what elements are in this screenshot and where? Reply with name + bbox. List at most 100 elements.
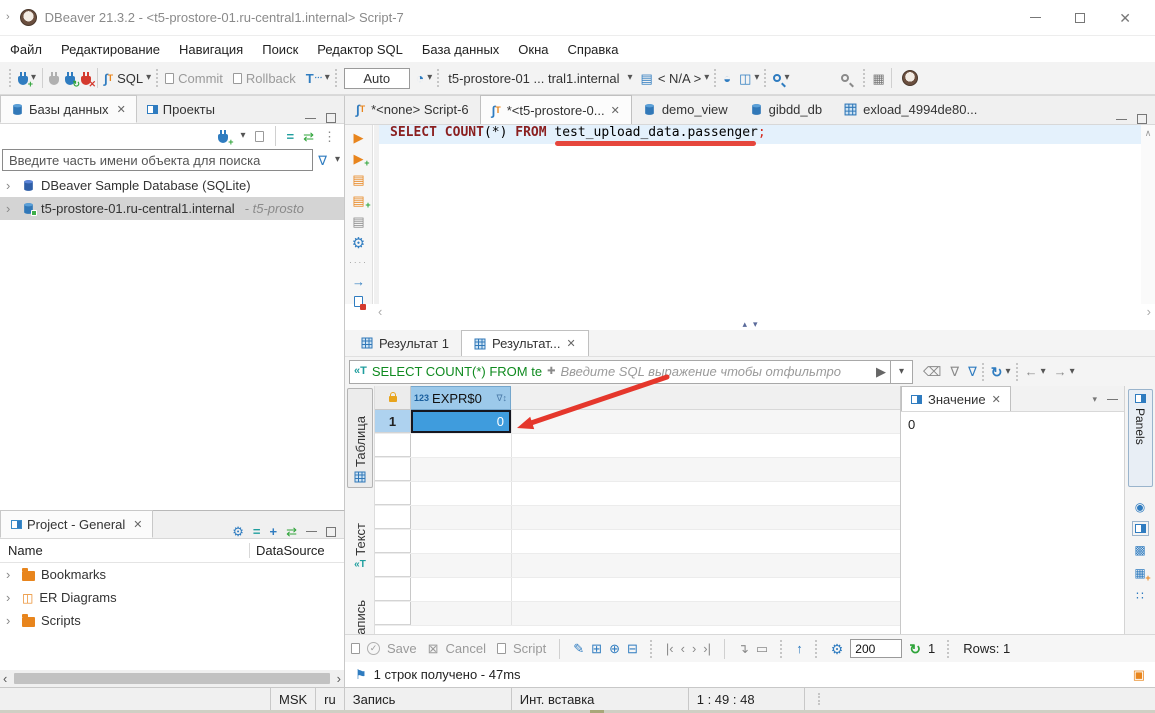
delete-row-icon[interactable]: ⊟ (627, 642, 638, 655)
sql-dropdown-icon[interactable]: ▾ (146, 73, 151, 83)
execute-statement-icon[interactable]: ▶ (354, 131, 364, 144)
editor-results-sash[interactable]: ▴ ▾ (345, 318, 1155, 330)
export-data-icon[interactable]: ↑ (796, 642, 803, 655)
tab-text-mode[interactable]: Текст «T (347, 498, 373, 574)
edit-value-icon[interactable]: ✎ (573, 642, 584, 655)
menu-sql-editor[interactable]: Редактор SQL (317, 42, 403, 57)
sql-button[interactable]: SQL (117, 71, 143, 86)
minimize-view-icon[interactable] (1107, 399, 1118, 400)
collapse-all-icon[interactable]: = (287, 130, 295, 143)
caret-position[interactable]: 1 : 49 : 48 (688, 688, 804, 710)
grid-row-empty[interactable] (375, 530, 900, 554)
duplicate-row-icon[interactable]: ⊕ (609, 642, 620, 655)
minimize-editor-icon[interactable] (1116, 119, 1127, 120)
tab-value[interactable]: Значение ✕ (901, 386, 1011, 411)
collapse-all-icon[interactable]: = (253, 525, 261, 538)
view-menu-icon[interactable]: ⋮ (323, 130, 336, 143)
dbeaver-perspective-icon[interactable] (902, 70, 918, 86)
sql-line-1[interactable]: SELECT COUNT(*) FROM test_upload_data.pa… (374, 125, 1141, 144)
apply-filter-icon[interactable]: ▶ (876, 365, 886, 378)
menu-database[interactable]: База данных (422, 42, 499, 57)
tree-item-er-diagrams[interactable]: › ◫ ER Diagrams (0, 586, 344, 609)
open-perspective-icon[interactable]: ▦ (872, 72, 884, 85)
expander-icon[interactable]: › (6, 178, 16, 193)
close-icon[interactable]: ✕ (1119, 11, 1131, 25)
close-icon[interactable]: ✕ (133, 518, 142, 531)
connection-select[interactable]: t5-prostore-01 ... tral1.internal (448, 71, 619, 86)
menu-edit[interactable]: Редактирование (61, 42, 160, 57)
nav-back-icon[interactable]: ← (1025, 365, 1038, 378)
reconnect-icon[interactable]: ↻ (65, 72, 75, 85)
add-row-icon[interactable]: ⊞ (591, 642, 602, 655)
filter-placeholder[interactable]: Введите SQL выражение чтобы отфильтро (560, 364, 871, 379)
menu-search[interactable]: Поиск (262, 42, 298, 57)
value-content[interactable]: 0 (901, 412, 1124, 437)
grid-row-empty[interactable] (375, 578, 900, 602)
column-datasource[interactable]: DataSource (249, 543, 344, 558)
selected-cell-value[interactable]: 0 (411, 410, 511, 433)
horizontal-scrollbar[interactable]: ‹ › (374, 304, 1155, 318)
new-connection-icon[interactable]: + (18, 72, 28, 85)
panels-toggle-button[interactable]: Panels (1128, 389, 1153, 487)
grid-row-empty[interactable] (375, 434, 900, 458)
gear-icon[interactable]: ⚙ (352, 236, 365, 251)
view-menu-icon[interactable]: ▾ (1092, 394, 1097, 405)
network-icon[interactable]: ◫ (739, 72, 751, 85)
tab-exload[interactable]: exload_4994de80... (833, 95, 988, 124)
network-dropdown-icon[interactable]: ▾ (754, 73, 759, 83)
row-number[interactable]: 1 (375, 410, 411, 433)
grid-row-empty[interactable] (375, 506, 900, 530)
gear-icon[interactable]: ⚙ (831, 642, 844, 656)
tab-result-2-active[interactable]: Результат... ✕ (461, 330, 589, 356)
cancel-button[interactable]: Cancel (446, 641, 486, 656)
metadata-panel-icon[interactable]: ▩ (1134, 544, 1145, 556)
horizontal-scrollbar[interactable]: ‹ › (0, 670, 344, 687)
column-header-expr0[interactable]: 123 EXPR$0 ∇↕ (411, 386, 511, 410)
insert-mode-indicator[interactable]: Инт. вставка (511, 688, 688, 710)
connect-icon[interactable] (49, 72, 59, 85)
tab-result-1[interactable]: Результат 1 (349, 330, 461, 356)
menu-navigation[interactable]: Навигация (179, 42, 243, 57)
tab-databases[interactable]: Базы данных ✕ (0, 95, 137, 123)
maximize-editor-icon[interactable] (1137, 114, 1147, 124)
schema-dropdown-icon[interactable]: ▾ (704, 73, 709, 83)
pin-icon[interactable]: ⚑ (355, 668, 367, 681)
data-transfer-icon[interactable]: ▣ (1133, 668, 1145, 681)
group-panel-icon[interactable]: ◉ (1135, 501, 1145, 513)
tab-script-6[interactable]: ∫T *<none> Script-6 (345, 95, 480, 124)
first-row-icon[interactable]: |‹ (666, 642, 674, 655)
nav-forward-dropdown-icon[interactable]: ▾ (1070, 367, 1075, 377)
last-row-icon[interactable]: ›| (703, 642, 711, 655)
expander-icon[interactable]: › (6, 590, 16, 605)
menu-window[interactable]: Окна (518, 42, 548, 57)
scroll-right-icon[interactable]: › (1147, 304, 1151, 319)
disconnect-icon[interactable]: ✕ (81, 72, 91, 85)
select-row-icon[interactable]: ▭ (756, 642, 768, 655)
search-icon[interactable] (841, 74, 849, 82)
tab-demo-view[interactable]: demo_view (632, 95, 739, 124)
explain-plan-icon[interactable]: ▤ (352, 215, 364, 228)
vertical-scrollbar[interactable]: ∧ (1141, 125, 1155, 304)
link-editor-icon[interactable]: ⇄ (286, 525, 297, 538)
dashboard-icon[interactable]: ◒ (723, 72, 731, 85)
history-dropdown-icon[interactable]: ▾ (427, 73, 432, 83)
expand-all-icon[interactable]: + (270, 525, 278, 538)
filter-history-dropdown[interactable]: ▾ (891, 360, 913, 384)
expander-icon[interactable]: › (6, 201, 16, 216)
tab-script-7-active[interactable]: ∫T *<t5-prostore-0... ✕ (480, 95, 632, 124)
open-new-window-icon[interactable] (351, 643, 360, 654)
tree-item-t5-prostore[interactable]: › t5-prostore-01.ru-central1.internal - … (0, 197, 344, 220)
sash-down-icon[interactable]: ▾ (753, 319, 758, 330)
scroll-right-icon[interactable]: › (334, 672, 344, 685)
minimize-view-icon[interactable] (305, 118, 316, 119)
schema-select[interactable]: < N/A > (658, 71, 701, 86)
editor-text-area[interactable]: SELECT COUNT(*) FROM test_upload_data.pa… (374, 125, 1141, 304)
tree-item-sample-database[interactable]: › DBeaver Sample Database (SQLite) (0, 174, 344, 197)
refresh-icon[interactable]: ↻ (991, 365, 1003, 379)
fetch-size-input[interactable] (850, 639, 902, 658)
nav-back-dropdown-icon[interactable]: ▾ (1041, 367, 1046, 377)
maximize-view-icon[interactable] (326, 527, 336, 537)
close-icon[interactable]: ✕ (567, 337, 576, 350)
transaction-log-icon[interactable]: T⋯ (306, 72, 322, 85)
maximize-view-icon[interactable] (326, 113, 336, 123)
